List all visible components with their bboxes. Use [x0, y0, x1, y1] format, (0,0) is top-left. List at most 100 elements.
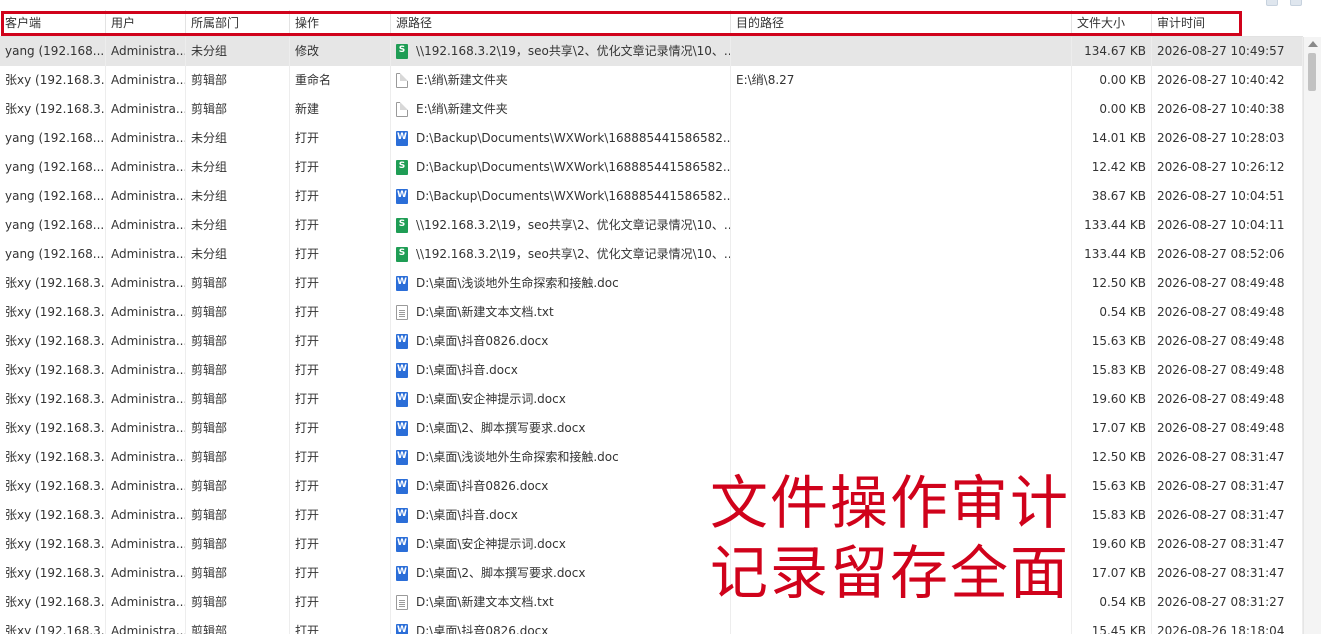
column-operation[interactable]: 操作	[290, 10, 391, 36]
cell-client: 张xy (192.168.3....	[0, 530, 106, 559]
table-row[interactable]: yang (192.168.... Administra... 未分组 打开 W D:\B…	[0, 124, 1303, 153]
vertical-scrollbar[interactable]	[1303, 37, 1321, 634]
cell-file-size-text: 17.07 KB	[1091, 566, 1146, 580]
cell-department-text: 剪辑部	[191, 73, 228, 87]
cell-file-size: 15.63 KB	[1072, 327, 1152, 356]
cell-audit-time: 2026-08-27 08:49:48	[1152, 356, 1303, 385]
table-row[interactable]: 张xy (192.168.3.... Administra... 剪辑部 打开 W D:\…	[0, 530, 1303, 559]
cell-file-size-text: 134.67 KB	[1084, 44, 1146, 58]
cell-operation: 打开	[290, 153, 391, 182]
table-header: 客户端 用户 所属部门 操作 源路径 目的路径 文件大小 审计时间	[0, 10, 1303, 37]
cell-operation: 打开	[290, 211, 391, 240]
cell-department: 未分组	[186, 182, 290, 211]
cell-operation: 打开	[290, 124, 391, 153]
cell-operation-text: 新建	[295, 102, 320, 116]
cell-department-text: 未分组	[191, 131, 228, 145]
cell-audit-time: 2026-08-27 08:31:47	[1152, 472, 1303, 501]
table-row[interactable]: 张xy (192.168.3.... Administra... 剪辑部 打开 W D:\…	[0, 472, 1303, 501]
cell-client-text: yang (192.168....	[5, 44, 106, 58]
cell-operation-text: 打开	[295, 421, 320, 435]
cell-source-path-text: D:\桌面\抖音.docx	[416, 508, 518, 522]
table-row[interactable]: 张xy (192.168.3.... Administra... 剪辑部 打开 D:\桌…	[0, 298, 1303, 327]
table-row[interactable]: 张xy (192.168.3.... Administra... 剪辑部 打开 W D:\…	[0, 385, 1303, 414]
table-row[interactable]: 张xy (192.168.3.... Administra... 剪辑部 重命名 E:\…	[0, 66, 1303, 95]
cell-audit-time: 2026-08-27 10:04:11	[1152, 211, 1303, 240]
column-client[interactable]: 客户端	[0, 10, 106, 36]
cell-department-text: 未分组	[191, 44, 228, 58]
word-file-icon: W	[396, 421, 408, 436]
cell-operation-text: 打开	[295, 624, 320, 634]
table-row[interactable]: 张xy (192.168.3.... Administra... 剪辑部 打开 W D:\…	[0, 414, 1303, 443]
cell-file-size: 15.83 KB	[1072, 356, 1152, 385]
table-row[interactable]: 张xy (192.168.3.... Administra... 剪辑部 打开 W D:\…	[0, 501, 1303, 530]
cell-file-size-text: 133.44 KB	[1084, 247, 1146, 261]
cell-source-path: W D:\桌面\浅谈地外生命探索和接触.doc	[391, 443, 731, 472]
cell-destination-path	[731, 530, 1072, 559]
scrollbar-thumb[interactable]	[1308, 53, 1316, 91]
word-file-icon: W	[396, 566, 408, 581]
cell-source-path: S \\192.168.3.2\19，seo共享\2、优化文章记录情况\10、..…	[391, 211, 731, 240]
cell-source-path-text: \\192.168.3.2\19，seo共享\2、优化文章记录情况\10、...	[416, 44, 731, 58]
cell-audit-time-text: 2026-08-27 08:31:47	[1157, 450, 1285, 464]
cell-source-path-text: D:\桌面\抖音.docx	[416, 363, 518, 377]
cell-source-path-text: D:\桌面\新建文本文档.txt	[416, 595, 554, 609]
cell-audit-time-text: 2026-08-27 10:04:51	[1157, 189, 1285, 203]
column-audit-time[interactable]: 审计时间	[1152, 10, 1303, 36]
word-file-icon: W	[396, 450, 408, 465]
table-row[interactable]: 张xy (192.168.3.... Administra... 剪辑部 打开 W D:\…	[0, 269, 1303, 298]
column-user[interactable]: 用户	[106, 10, 186, 36]
cell-file-size-text: 17.07 KB	[1091, 421, 1146, 435]
cell-file-size: 0.54 KB	[1072, 298, 1152, 327]
scroll-up-arrow-icon[interactable]	[1308, 41, 1318, 47]
cell-destination-path	[731, 414, 1072, 443]
cell-department: 剪辑部	[186, 472, 290, 501]
export-icon[interactable]	[1266, 0, 1278, 6]
cell-user: Administra...	[106, 182, 186, 211]
cell-audit-time-text: 2026-08-27 08:49:48	[1157, 276, 1285, 290]
cell-operation-text: 打开	[295, 276, 320, 290]
column-department[interactable]: 所属部门	[186, 10, 290, 36]
settings-icon[interactable]	[1290, 0, 1302, 6]
cell-department-text: 剪辑部	[191, 334, 228, 348]
table-row[interactable]: yang (192.168.... Administra... 未分组 打开 S \\19…	[0, 211, 1303, 240]
table-row[interactable]: 张xy (192.168.3.... Administra... 剪辑部 新建 E:\绡…	[0, 95, 1303, 124]
cell-department: 未分组	[186, 37, 290, 66]
cell-operation: 打开	[290, 617, 391, 634]
cell-user-text: Administra...	[111, 218, 186, 232]
cell-source-path-text: D:\Backup\Documents\WXWork\1688854415865…	[416, 160, 731, 174]
cell-source-path: W D:\桌面\浅谈地外生命探索和接触.doc	[391, 269, 731, 298]
cell-department-text: 未分组	[191, 160, 228, 174]
cell-operation-text: 打开	[295, 479, 320, 493]
column-file-size[interactable]: 文件大小	[1072, 10, 1152, 36]
word-file-icon: W	[396, 537, 408, 552]
cell-client: 张xy (192.168.3....	[0, 443, 106, 472]
cell-department-text: 剪辑部	[191, 102, 228, 116]
cell-destination-path	[731, 240, 1072, 269]
cell-destination-path	[731, 211, 1072, 240]
column-destination-path[interactable]: 目的路径	[731, 10, 1072, 36]
cell-client: yang (192.168....	[0, 153, 106, 182]
table-row[interactable]: yang (192.168.... Administra... 未分组 打开 S \\19…	[0, 240, 1303, 269]
cell-department-text: 剪辑部	[191, 276, 228, 290]
table-row[interactable]: 张xy (192.168.3.... Administra... 剪辑部 打开 W D:\…	[0, 327, 1303, 356]
table-row[interactable]: 张xy (192.168.3.... Administra... 剪辑部 打开 W D:\…	[0, 356, 1303, 385]
cell-destination-path	[731, 559, 1072, 588]
table-row[interactable]: yang (192.168.... Administra... 未分组 打开 W D:\B…	[0, 182, 1303, 211]
column-source-path[interactable]: 源路径	[391, 10, 731, 36]
table-row[interactable]: 张xy (192.168.3.... Administra... 剪辑部 打开 W D:\…	[0, 617, 1303, 634]
cell-operation-text: 打开	[295, 189, 320, 203]
cell-operation-text: 打开	[295, 508, 320, 522]
cell-user: Administra...	[106, 472, 186, 501]
cell-source-path: W D:\桌面\抖音0826.docx	[391, 327, 731, 356]
cell-audit-time-text: 2026-08-26 18:18:04	[1157, 624, 1285, 634]
cell-client: 张xy (192.168.3....	[0, 559, 106, 588]
word-file-icon: W	[396, 624, 408, 634]
cell-client: 张xy (192.168.3....	[0, 472, 106, 501]
cell-user-text: Administra...	[111, 566, 186, 580]
table-row[interactable]: yang (192.168.... Administra... 未分组 修改 S \\19…	[0, 37, 1303, 66]
table-row[interactable]: 张xy (192.168.3.... Administra... 剪辑部 打开 D:\桌…	[0, 588, 1303, 617]
table-row[interactable]: 张xy (192.168.3.... Administra... 剪辑部 打开 W D:\…	[0, 559, 1303, 588]
table-row[interactable]: 张xy (192.168.3.... Administra... 剪辑部 打开 W D:\…	[0, 443, 1303, 472]
table-row[interactable]: yang (192.168.... Administra... 未分组 打开 S D:\B…	[0, 153, 1303, 182]
cell-operation-text: 打开	[295, 450, 320, 464]
